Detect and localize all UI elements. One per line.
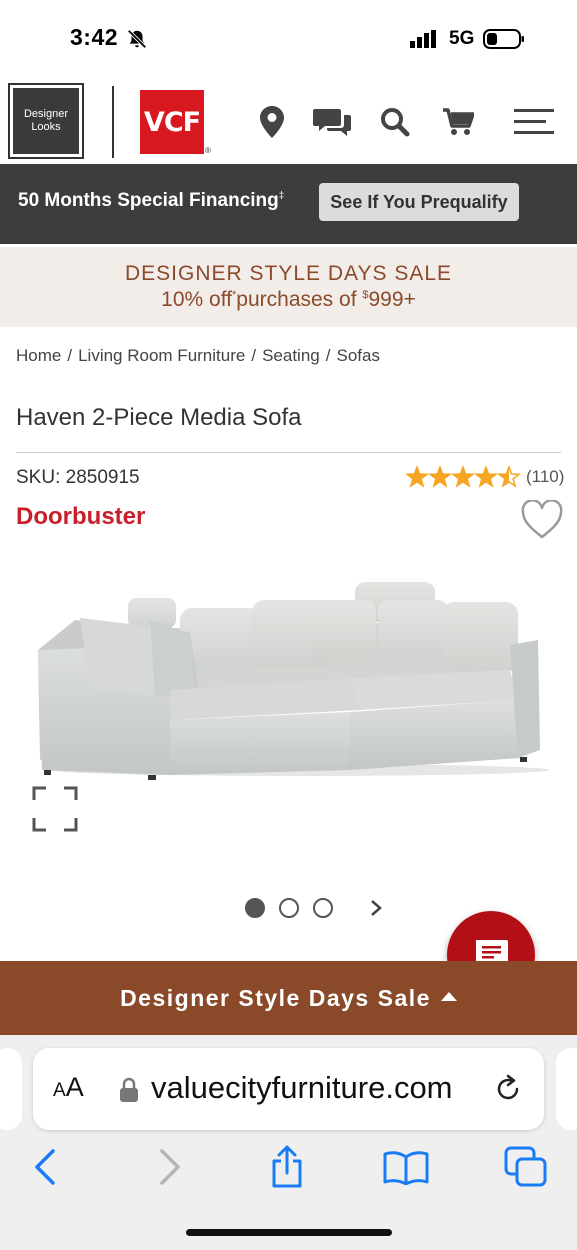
network-type: 5G: [449, 28, 475, 49]
prequalify-button[interactable]: See If You Prequalify: [319, 183, 519, 221]
share-icon: [272, 1145, 302, 1188]
expand-icon[interactable]: [32, 786, 78, 832]
logo-divider: [112, 86, 114, 158]
carousel-dot-1[interactable]: [245, 898, 265, 918]
menu-icon[interactable]: [513, 104, 555, 140]
promo-banner[interactable]: DESIGNER STYLE DAYS SALE 10% off*purchas…: [0, 247, 577, 327]
reader-button[interactable]: AA: [53, 1072, 84, 1103]
search-icon[interactable]: [379, 104, 411, 140]
promo-title: DESIGNER STYLE DAYS SALE: [124, 262, 453, 285]
carousel-dot-2[interactable]: [279, 898, 299, 918]
star-rating-icon: [406, 466, 522, 488]
breadcrumb-living-room[interactable]: Living Room Furniture: [78, 346, 245, 365]
star-5: [496, 466, 522, 488]
product-image[interactable]: [30, 570, 550, 785]
tabs-icon: [504, 1146, 547, 1187]
home-indicator: [186, 1229, 392, 1236]
breadcrumb-seating[interactable]: Seating: [262, 346, 320, 365]
chevron-right-icon: [160, 1149, 180, 1185]
signal-icon: [410, 30, 436, 48]
site-header: Designer Looks VCF ®: [0, 80, 577, 164]
book-icon: [383, 1151, 429, 1185]
chevron-right-icon[interactable]: [366, 898, 386, 918]
heart-icon[interactable]: [521, 500, 563, 540]
status-bar: 3:42 5G: [0, 0, 577, 80]
bell-off-icon: [127, 29, 147, 49]
breadcrumb-separator: /: [251, 346, 257, 365]
share-button[interactable]: [267, 1145, 307, 1189]
doorbuster-badge: Doorbuster: [16, 503, 146, 530]
status-time: 3:42: [70, 24, 119, 50]
breadcrumb-sofas[interactable]: Sofas: [336, 346, 379, 365]
bookmarks-button[interactable]: [382, 1145, 430, 1189]
url-text[interactable]: valuecityfurniture.com: [151, 1070, 491, 1106]
sale-drawer-label: Designer Style Days Sale: [120, 984, 431, 1011]
forward-button[interactable]: [155, 1145, 185, 1189]
breadcrumb-home[interactable]: Home: [16, 346, 61, 365]
caret-up-icon: [440, 992, 457, 1001]
chevron-left-icon: [35, 1149, 55, 1185]
lock-icon: [120, 1077, 138, 1102]
location-pin-icon[interactable]: [258, 104, 286, 140]
back-button[interactable]: [30, 1145, 60, 1189]
rating-stars[interactable]: (110): [406, 466, 564, 488]
tabs-button[interactable]: [503, 1145, 549, 1189]
cart-icon[interactable]: [441, 104, 475, 140]
star-1: [406, 466, 430, 488]
breadcrumb-separator: /: [67, 346, 73, 365]
promo-subtitle: 10% off*purchases of $999+: [161, 288, 416, 311]
designer-looks-logo[interactable]: Designer Looks: [8, 83, 84, 159]
chat-icon[interactable]: [313, 104, 353, 140]
financing-bar: 50 Months Special Financing‡ See If You …: [0, 164, 577, 244]
product-sku: SKU: 2850915: [16, 467, 140, 488]
star-3: [450, 466, 476, 488]
sale-drawer[interactable]: Designer Style Days Sale: [0, 961, 577, 1035]
breadcrumb: Home / Living Room Furniture / Seating / Sofas: [16, 346, 380, 366]
product-title: Haven 2-Piece Media Sofa: [16, 404, 302, 431]
browser-chrome: AA valuecityfurniture.com: [0, 1035, 577, 1250]
battery-icon: [483, 29, 524, 49]
carousel-dots: [245, 898, 333, 918]
star-4: [473, 466, 499, 488]
breadcrumb-separator: /: [325, 346, 331, 365]
vcf-logo[interactable]: VCF: [140, 90, 204, 154]
title-divider: [16, 452, 561, 453]
review-count[interactable]: (110): [526, 467, 564, 487]
star-2: [427, 466, 453, 488]
address-bar[interactable]: AA valuecityfurniture.com: [33, 1048, 544, 1130]
carousel-dot-3[interactable]: [313, 898, 333, 918]
prev-tab-peek[interactable]: [0, 1048, 22, 1130]
registered-mark: ®: [205, 146, 211, 155]
reload-icon[interactable]: [493, 1074, 523, 1104]
next-tab-peek[interactable]: [556, 1048, 577, 1130]
financing-text: 50 Months Special Financing‡: [18, 190, 285, 211]
